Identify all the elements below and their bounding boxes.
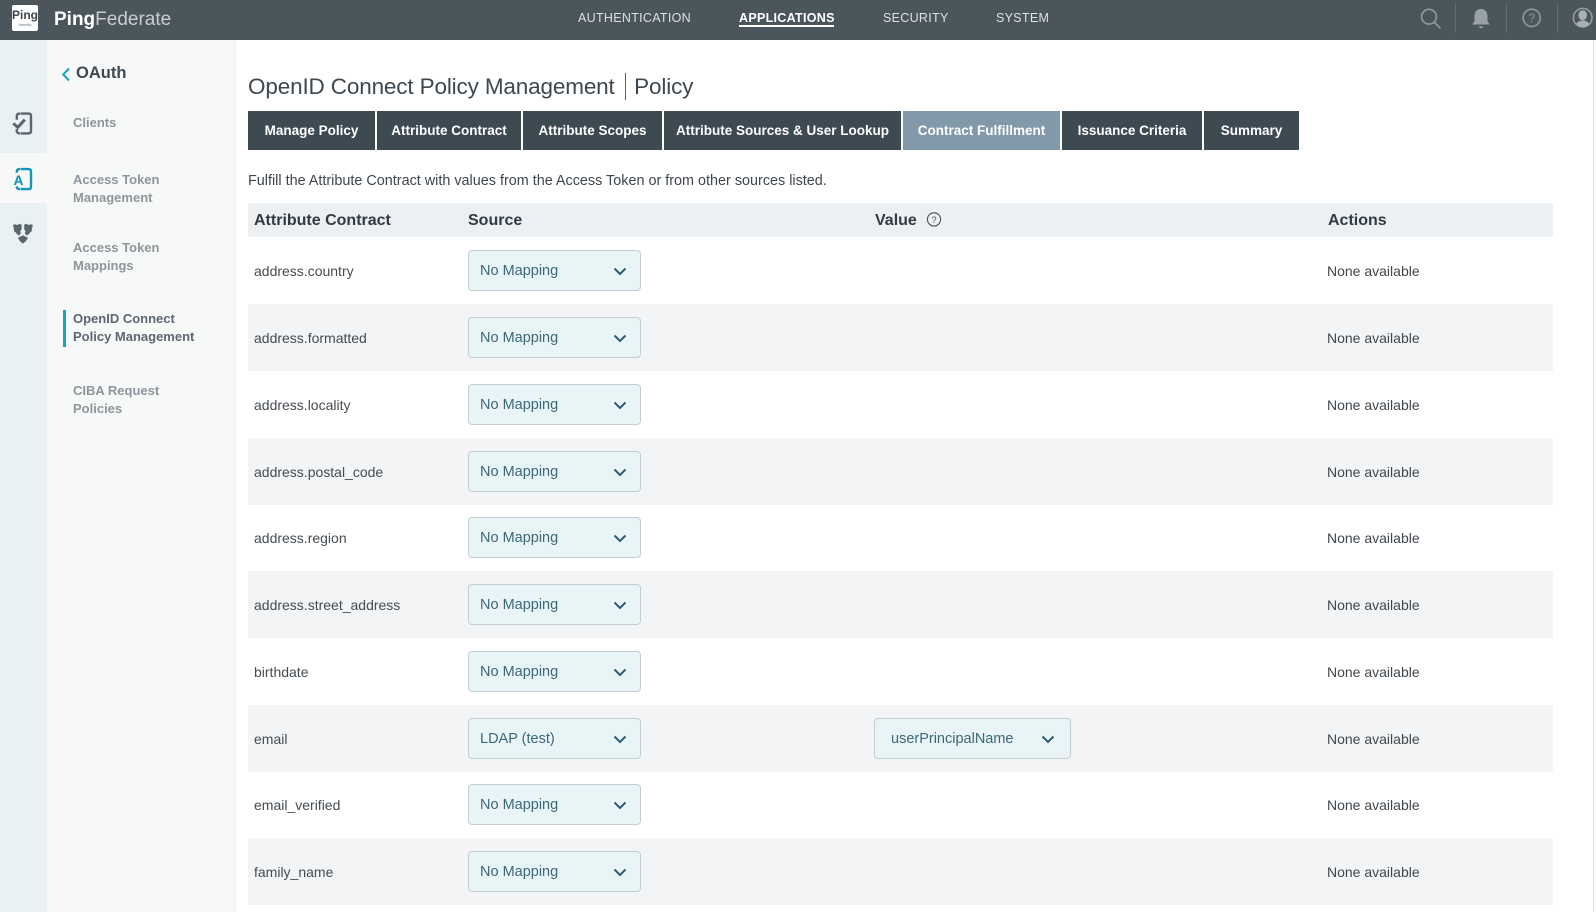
svg-text:A: A [14,173,24,188]
svg-text:?: ? [1528,11,1535,25]
svg-text:?: ? [931,215,936,225]
